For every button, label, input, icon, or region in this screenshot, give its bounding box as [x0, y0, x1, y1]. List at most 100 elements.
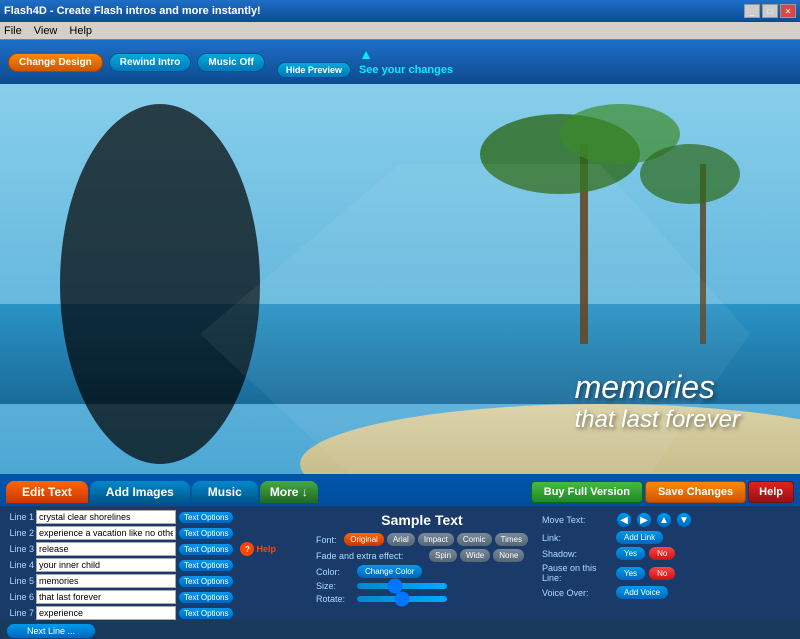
font-panel: Sample Text Font: Original Arial Impact …: [312, 510, 532, 616]
menu-view[interactable]: View: [34, 25, 58, 37]
line-label-6: Line 6: [6, 592, 34, 602]
music-off-button[interactable]: Music Off: [197, 53, 265, 72]
text-line-row-2: Line 2 Text Options: [6, 526, 276, 540]
maximize-button[interactable]: □: [762, 4, 778, 18]
move-text-label: Move Text:: [542, 515, 612, 525]
rewind-intro-button[interactable]: Rewind Intro: [109, 53, 192, 72]
move-down-btn[interactable]: ▼: [676, 512, 692, 528]
text-options-btn-4[interactable]: Text Options: [178, 559, 234, 572]
tab-edit-text[interactable]: Edit Text: [6, 481, 88, 503]
font-row: Font: Original Arial Impact Comic Times: [316, 533, 528, 546]
size-slider[interactable]: [357, 583, 447, 589]
preview-area: memories that last forever: [0, 84, 800, 474]
next-line-button[interactable]: Next Line ...: [6, 623, 96, 639]
font-arial-btn[interactable]: Arial: [387, 533, 415, 546]
shadow-no-button[interactable]: No: [649, 547, 675, 560]
move-text-row: Move Text: ◀ ▶ ▲ ▼: [542, 512, 790, 528]
size-label: Size:: [316, 581, 354, 591]
see-changes-label: See your changes: [359, 64, 453, 76]
menu-help[interactable]: Help: [69, 25, 92, 37]
rotate-row: Rotate:: [316, 594, 528, 604]
line-input-5[interactable]: [36, 574, 176, 588]
text-options-btn-1[interactable]: Text Options: [178, 511, 234, 524]
line-input-2[interactable]: [36, 526, 176, 540]
shadow-yes-button[interactable]: Yes: [616, 547, 645, 560]
add-link-button[interactable]: Add Link: [616, 531, 663, 544]
change-design-button[interactable]: Change Design: [8, 53, 103, 72]
title-bar: Flash4D - Create Flash intros and more i…: [0, 0, 800, 22]
minimize-button[interactable]: _: [744, 4, 760, 18]
size-row: Size:: [316, 581, 528, 591]
line-label-3: Line 3: [6, 544, 34, 554]
line-input-6[interactable]: [36, 590, 176, 604]
move-right-btn[interactable]: ▶: [636, 512, 652, 528]
rotate-label: Rotate:: [316, 594, 354, 604]
shadow-label: Shadow:: [542, 549, 612, 559]
link-label: Link:: [542, 533, 612, 543]
content-area: Line 1 Text Options Line 2 Text Options …: [0, 506, 800, 620]
line-input-1[interactable]: [36, 510, 176, 524]
app-title: Flash4D - Create Flash intros and more i…: [4, 5, 261, 17]
effect-row: Fade and extra effect: Spin Wide None: [316, 549, 528, 562]
text-options-btn-6[interactable]: Text Options: [178, 591, 234, 604]
hide-preview-button[interactable]: Hide Preview: [277, 62, 351, 78]
close-button[interactable]: ✕: [780, 4, 796, 18]
font-times-btn[interactable]: Times: [495, 533, 528, 546]
buy-full-version-button[interactable]: Buy Full Version: [531, 481, 643, 503]
effect-spin-btn[interactable]: Spin: [429, 549, 457, 562]
line-label-4: Line 4: [6, 560, 34, 570]
help-button[interactable]: Help: [748, 481, 794, 503]
line-input-3[interactable]: [36, 542, 176, 556]
font-label: Font:: [316, 535, 341, 545]
fade-label: Fade and extra effect:: [316, 551, 426, 561]
text-line-row-1: Line 1 Text Options: [6, 510, 276, 524]
line-input-4[interactable]: [36, 558, 176, 572]
text-line-row-5: Line 5 Text Options: [6, 574, 276, 588]
change-color-button[interactable]: Change Color: [357, 565, 422, 578]
tab-music[interactable]: Music: [192, 481, 258, 503]
pause-label: Pause on this Line:: [542, 563, 612, 583]
line-label-1: Line 1: [6, 512, 34, 522]
tab-more[interactable]: More ↓: [260, 481, 318, 503]
font-impact-btn[interactable]: Impact: [418, 533, 454, 546]
pause-yes-button[interactable]: Yes: [616, 567, 645, 580]
options-panel: Move Text: ◀ ▶ ▲ ▼ Link: Add Link Shadow…: [538, 510, 794, 616]
move-left-btn[interactable]: ◀: [616, 512, 632, 528]
text-options-btn-2[interactable]: Text Options: [178, 527, 234, 540]
shadow-row: Shadow: Yes No: [542, 547, 790, 560]
voice-over-label: Voice Over:: [542, 588, 612, 598]
menu-file[interactable]: File: [4, 25, 22, 37]
text-options-btn-7[interactable]: Text Options: [178, 607, 234, 620]
help-badge: ?: [240, 542, 254, 556]
text-options-btn-3[interactable]: Text Options: [178, 543, 234, 556]
font-original-btn[interactable]: Original: [344, 533, 384, 546]
preview-line1: memories: [575, 369, 740, 406]
text-options-btn-5[interactable]: Text Options: [178, 575, 234, 588]
text-line-row-7: Line 7 Text Options: [6, 606, 276, 620]
preview-line2: that last forever: [575, 406, 740, 434]
window-controls: _ □ ✕: [744, 4, 796, 18]
tab-bar: Edit Text Add Images Music More ↓ Buy Fu…: [0, 474, 800, 506]
tab-add-images[interactable]: Add Images: [90, 481, 190, 503]
save-changes-button[interactable]: Save Changes: [645, 481, 746, 503]
move-up-btn[interactable]: ▲: [656, 512, 672, 528]
text-line-row-4: Line 4 Text Options: [6, 558, 276, 572]
sample-text-title: Sample Text: [316, 512, 528, 528]
text-lines-panel: Line 1 Text Options Line 2 Text Options …: [6, 510, 306, 616]
line-label-5: Line 5: [6, 576, 34, 586]
rotate-slider[interactable]: [357, 596, 447, 602]
add-voice-button[interactable]: Add Voice: [616, 586, 668, 599]
color-label: Color:: [316, 567, 354, 577]
line-input-7[interactable]: [36, 606, 176, 620]
effect-none-btn[interactable]: None: [493, 549, 524, 562]
line-label-2: Line 2: [6, 528, 34, 538]
pause-no-button[interactable]: No: [649, 567, 675, 580]
effect-wide-btn[interactable]: Wide: [460, 549, 490, 562]
voice-over-row: Voice Over: Add Voice: [542, 586, 790, 599]
link-row: Link: Add Link: [542, 531, 790, 544]
line-label-7: Line 7: [6, 608, 34, 618]
color-row: Color: Change Color: [316, 565, 528, 578]
font-comic-btn[interactable]: Comic: [457, 533, 492, 546]
top-toolbar: Change Design Rewind Intro Music Off ▲ H…: [0, 40, 800, 84]
text-line-row-3: Line 3 Text Options ? Help: [6, 542, 276, 556]
